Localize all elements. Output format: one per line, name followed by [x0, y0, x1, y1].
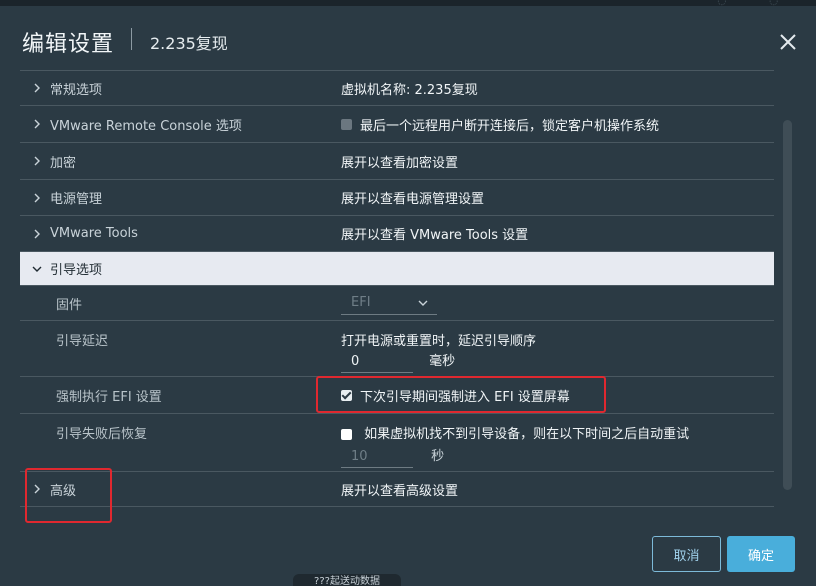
- row-value: 展开以查看 VMware Tools 设置: [341, 228, 529, 243]
- row-vmware-tools[interactable]: VMware Tools 展开以查看 VMware Tools 设置: [20, 216, 774, 252]
- dialog-title: 编辑设置: [22, 32, 115, 57]
- retry-delay-group: 10 秒: [341, 445, 444, 468]
- vm-name-value: 虚拟机名称: 2.235复现: [341, 82, 478, 98]
- row-value: 展开以查看电源管理设置: [341, 192, 485, 207]
- toast-tab: ???起送动数据: [293, 574, 401, 586]
- scrollbar-thumb[interactable]: [783, 120, 792, 490]
- title-separator: [131, 28, 132, 50]
- retry-delay-unit: 秒: [431, 449, 445, 464]
- failed-boot-label: 如果虚拟机找不到引导设备，则在以下时间之后自动重试: [364, 427, 690, 442]
- chevron-right-icon[interactable]: [32, 143, 42, 179]
- settings-panel: 常规选项 虚拟机名称: 2.235复现 VMware Remote Consol…: [20, 70, 774, 512]
- close-icon: [780, 34, 796, 50]
- row-value: 展开以查看高级设置: [341, 483, 459, 499]
- row-power[interactable]: 电源管理 展开以查看电源管理设置: [20, 180, 774, 216]
- vmrc-lock-checkbox: [341, 118, 352, 130]
- row-label: VMware Remote Console 选项: [50, 118, 242, 134]
- dialog-subtitle: 2.235复现: [150, 34, 228, 53]
- row-label: 引导延迟: [56, 334, 109, 349]
- chevron-down-icon[interactable]: [32, 252, 42, 285]
- dialog-header: 编辑设置 2.235复现: [0, 6, 816, 66]
- chevron-right-icon[interactable]: [32, 472, 42, 506]
- vmrc-lock-option: 最后一个远程用户断开连接后，锁定客户机操作系统: [341, 106, 659, 142]
- row-failed-boot: 引导失败后恢复 如果虚拟机找不到引导设备，则在以下时间之后自动重试 10 秒: [20, 414, 774, 472]
- chevron-right-icon[interactable]: [32, 180, 42, 215]
- boot-delay-description: 打开电源或重置时，延迟引导顺序: [341, 334, 537, 349]
- row-boot-delay: 引导延迟 打开电源或重置时，延迟引导顺序 0 毫秒: [20, 321, 774, 377]
- boot-delay-group: 0 毫秒: [341, 350, 455, 373]
- boot-delay-input[interactable]: 0: [341, 351, 413, 373]
- row-advanced[interactable]: 高级 展开以查看高级设置: [20, 472, 774, 507]
- row-label: 引导选项: [50, 263, 103, 278]
- vmrc-lock-label: 最后一个远程用户断开连接后，锁定客户机操作系统: [360, 118, 660, 134]
- row-label: 引导失败后恢复: [56, 427, 148, 442]
- row-label: VMware Tools: [50, 226, 138, 241]
- force-efi-checkbox[interactable]: [341, 389, 352, 401]
- row-label: 固件: [56, 297, 83, 313]
- row-label: 加密: [50, 155, 77, 171]
- row-label: 高级: [50, 483, 77, 499]
- row-force-efi: 强制执行 EFI 设置 下次引导期间强制进入 EFI 设置屏幕: [20, 377, 774, 414]
- force-efi-label: 下次引导期间强制进入 EFI 设置屏幕: [360, 389, 570, 405]
- row-vmrc[interactable]: VMware Remote Console 选项 最后一个远程用户断开连接后，锁…: [20, 106, 774, 143]
- chevron-right-icon[interactable]: [32, 71, 42, 105]
- chevron-down-icon: [418, 300, 428, 306]
- row-label: 常规选项: [50, 82, 103, 98]
- row-label: 强制执行 EFI 设置: [56, 389, 162, 405]
- chevron-right-icon[interactable]: [32, 216, 42, 251]
- boot-delay-unit: 毫秒: [429, 354, 456, 369]
- close-button[interactable]: [776, 30, 800, 54]
- row-general[interactable]: 常规选项 虚拟机名称: 2.235复现: [20, 71, 774, 106]
- row-label: 电源管理: [50, 192, 103, 207]
- firmware-value: EFI: [351, 295, 371, 310]
- chevron-right-icon[interactable]: [32, 106, 42, 142]
- row-value: 展开以查看加密设置: [341, 155, 459, 171]
- row-firmware: 固件 EFI: [20, 286, 774, 321]
- retry-delay-input[interactable]: 10: [341, 446, 413, 468]
- ok-button[interactable]: 确定: [727, 536, 795, 572]
- failed-boot-option[interactable]: 如果虚拟机找不到引导设备，则在以下时间之后自动重试: [341, 423, 689, 442]
- force-efi-option[interactable]: 下次引导期间强制进入 EFI 设置屏幕: [341, 377, 570, 413]
- firmware-select[interactable]: EFI: [341, 293, 437, 315]
- cancel-button[interactable]: 取消: [652, 536, 721, 572]
- row-boot-options[interactable]: 引导选项: [20, 252, 774, 286]
- row-encryption[interactable]: 加密 展开以查看加密设置: [20, 143, 774, 180]
- failed-boot-checkbox[interactable]: [341, 429, 352, 440]
